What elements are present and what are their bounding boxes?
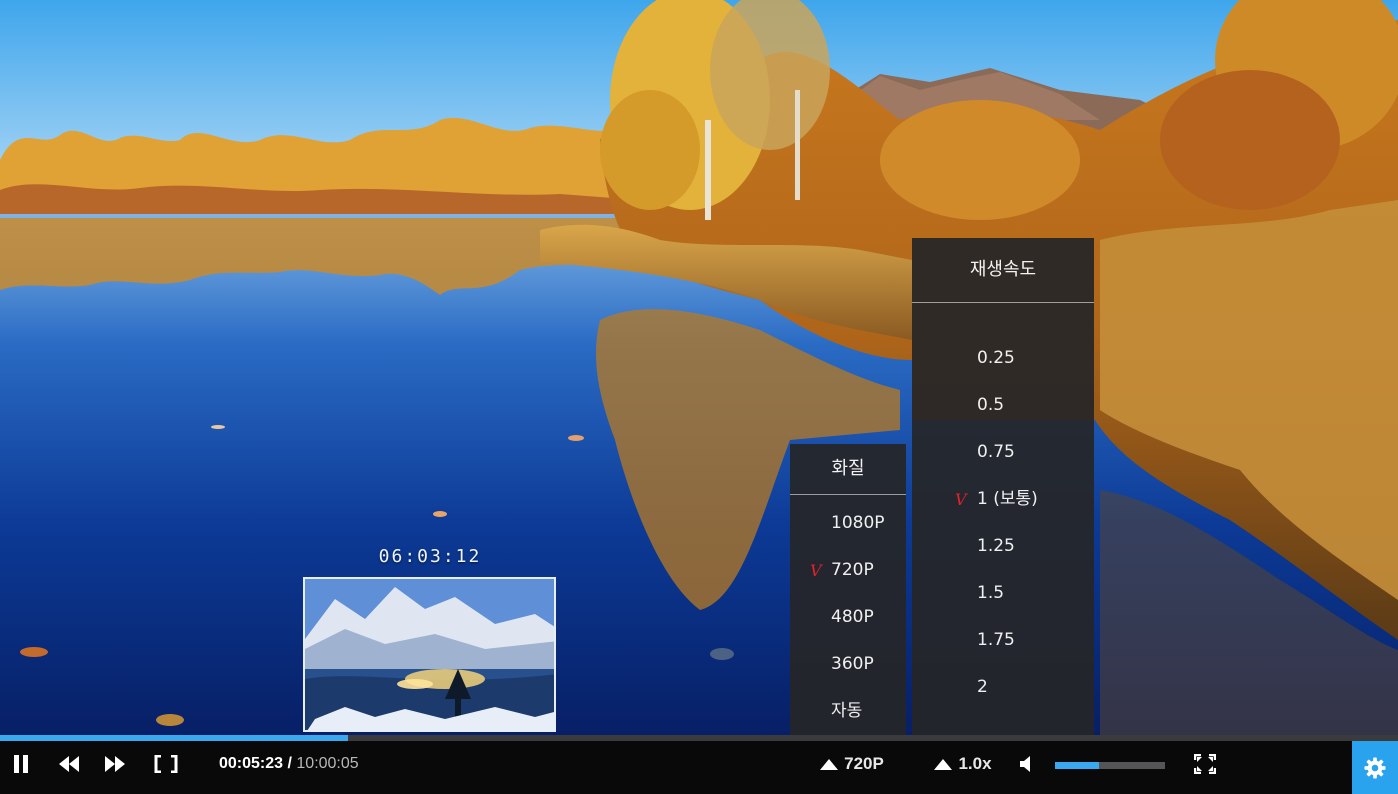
quality-option-720p[interactable]: V 720P: [790, 547, 906, 594]
quality-button-label: 720P: [844, 753, 884, 773]
speed-button-label: 1.0x: [958, 753, 992, 773]
pause-button[interactable]: [6, 741, 36, 786]
rewind-icon: [59, 755, 79, 772]
quality-option-label: 1080P: [831, 513, 885, 533]
speed-option-1-normal[interactable]: V 1 (보통): [912, 476, 1094, 523]
playback-speed-menu: 재생속도 V 0.25 V 0.5 V 0.75 V 1 (보통) V 1.25…: [912, 238, 1094, 735]
check-mark-icon: V: [810, 561, 822, 580]
speed-option-0-75[interactable]: V 0.75: [912, 429, 1094, 476]
speed-option-0-25[interactable]: V 0.25: [912, 335, 1094, 382]
fullscreen-icon: [1194, 753, 1216, 774]
speed-menu-title: 재생속도: [912, 238, 1094, 303]
speed-option-label: 1.25: [977, 536, 1015, 556]
time-display: 00:05:23 / 10:00:05: [219, 741, 359, 786]
time-separator: /: [283, 755, 297, 772]
control-bar: 00:05:23 / 10:00:05 720P 1.0x: [0, 741, 1398, 794]
quality-option-auto[interactable]: V 자동: [790, 688, 906, 735]
speed-option-label: 1 (보통): [977, 489, 1038, 509]
quality-button[interactable]: 720P: [810, 741, 894, 786]
speed-menu-list: V 0.25 V 0.5 V 0.75 V 1 (보통) V 1.25 V 1.…: [912, 303, 1094, 711]
pause-icon: [14, 754, 28, 773]
speed-option-label: 1.75: [977, 630, 1015, 650]
speed-option-label: 0.5: [977, 395, 1005, 415]
current-time: 00:05:23: [219, 755, 284, 772]
quality-menu-list: V 1080P V 720P V 480P V 360P V 자동: [790, 495, 906, 735]
gear-icon: [1364, 756, 1386, 779]
video-frame[interactable]: [0, 0, 1398, 735]
fast-forward-button[interactable]: [98, 741, 132, 786]
quality-option-1080p[interactable]: V 1080P: [790, 500, 906, 547]
preview-thumbnail: [303, 577, 556, 732]
speed-option-label: 1.5: [977, 583, 1005, 603]
speed-option-1-25[interactable]: V 1.25: [912, 523, 1094, 570]
speed-option-2[interactable]: V 2: [912, 664, 1094, 711]
quality-option-label: 360P: [831, 654, 874, 674]
fullscreen-button[interactable]: [1188, 741, 1222, 786]
quality-option-label: 720P: [831, 560, 874, 580]
quality-option-label: 자동: [831, 701, 863, 721]
check-mark-icon: V: [955, 490, 967, 509]
quality-option-label: 480P: [831, 607, 874, 627]
preview-timestamp: 06:03:12: [378, 546, 482, 567]
speed-option-label: 2: [977, 677, 988, 697]
speed-option-1-75[interactable]: V 1.75: [912, 617, 1094, 664]
speed-option-1-5[interactable]: V 1.5: [912, 570, 1094, 617]
speed-option-label: 0.75: [977, 442, 1015, 462]
mute-button[interactable]: [1014, 741, 1038, 786]
fast-forward-icon: [105, 755, 125, 772]
triangle-up-icon: [934, 758, 953, 770]
quality-option-480p[interactable]: V 480P: [790, 594, 906, 641]
snowy-village-thumbnail: [305, 579, 554, 730]
quality-option-360p[interactable]: V 360P: [790, 641, 906, 688]
quality-menu-title: 화질: [790, 444, 906, 495]
speed-button[interactable]: 1.0x: [926, 741, 1000, 786]
rewind-button[interactable]: [52, 741, 86, 786]
settings-button[interactable]: [1352, 741, 1398, 794]
autumn-lake-scene: [0, 0, 1398, 735]
speed-option-label: 0.25: [977, 348, 1015, 368]
theater-mode-icon: [154, 754, 178, 773]
volume-level: [1055, 762, 1099, 769]
triangle-up-icon: [820, 758, 839, 770]
total-time: 10:00:05: [296, 755, 359, 772]
volume-slider[interactable]: [1055, 762, 1165, 769]
theater-mode-button[interactable]: [150, 741, 182, 786]
quality-menu: 화질 V 1080P V 720P V 480P V 360P V 자동: [790, 444, 906, 735]
speaker-icon: [1020, 755, 1030, 772]
speed-option-0-5[interactable]: V 0.5: [912, 382, 1094, 429]
